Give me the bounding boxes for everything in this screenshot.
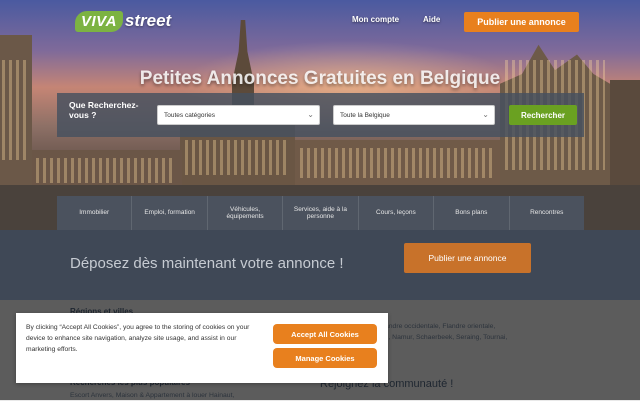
category-jobs[interactable]: Emploi, formation	[132, 196, 208, 230]
category-dating[interactable]: Rencontres	[509, 196, 584, 230]
my-account-link[interactable]: Mon compte	[352, 15, 399, 24]
search-button[interactable]: Rechercher	[509, 105, 577, 125]
building-windows	[300, 148, 495, 178]
location-select[interactable]: Toute la Belgique ⌄	[333, 105, 495, 125]
category-real-estate[interactable]: Immobilier	[57, 196, 133, 230]
category-select-value: Toutes catégories	[164, 111, 215, 119]
category-lessons[interactable]: Cours, leçons	[358, 196, 435, 230]
category-vehicles[interactable]: Véhicules, équipements	[207, 196, 284, 230]
category-bar: Immobilier Emploi, formation Véhicules, …	[57, 196, 584, 230]
logo-word: street	[124, 11, 172, 30]
building-windows	[36, 158, 176, 183]
building-windows	[185, 140, 290, 175]
help-link[interactable]: Aide	[423, 15, 440, 24]
hero-headline: Petites Annonces Gratuites en Belgique	[139, 68, 501, 89]
cookie-banner-text: By clicking “Accept All Cookies”, you ag…	[26, 324, 250, 353]
deposit-publish-button[interactable]: Publier une annonce	[404, 243, 531, 273]
publish-ad-button[interactable]: Publier une annonce	[464, 12, 579, 32]
category-select[interactable]: Toutes catégories ⌄	[157, 105, 320, 125]
category-deals[interactable]: Bons plans	[434, 196, 510, 230]
manage-cookies-button[interactable]: Manage Cookies	[273, 348, 377, 368]
popular-searches-links[interactable]: Escort Anvers, Maison & Appartement à lo…	[70, 390, 234, 401]
search-question: Que Recherchez-vous ?	[69, 100, 139, 120]
vivastreet-logo[interactable]: VIVA street	[75, 8, 171, 34]
chevron-down-icon: ⌄	[482, 110, 489, 119]
chevron-down-icon: ⌄	[307, 110, 314, 119]
deposit-heading: Déposez dès maintenant votre annonce !	[70, 255, 344, 272]
cookie-banner: By clicking “Accept All Cookies”, you ag…	[16, 313, 388, 383]
regions-links-line-2[interactable]: uscron, Namur, Schaerbeek, Seraing, Tour…	[368, 332, 507, 343]
search-panel: Que Recherchez-vous ? Toutes catégories …	[57, 93, 584, 137]
category-services[interactable]: Services, aide à la personne	[283, 196, 359, 230]
location-select-value: Toute la Belgique	[340, 111, 390, 119]
logo-badge: VIVA	[75, 10, 123, 32]
accept-all-cookies-button[interactable]: Accept All Cookies	[273, 324, 377, 344]
